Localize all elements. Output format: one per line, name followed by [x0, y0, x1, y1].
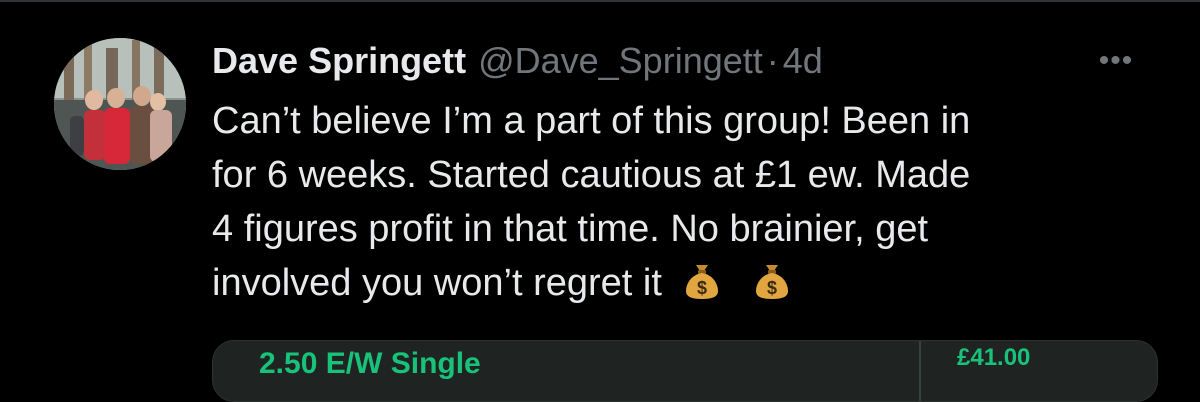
avatar-photo — [54, 38, 186, 170]
bet-amount: £41.00 — [957, 344, 1031, 371]
bet-card-divider — [919, 341, 921, 401]
money-bag-icon: $ — [682, 261, 722, 301]
author-display-name[interactable]: Dave Springett — [212, 40, 466, 82]
avatar[interactable] — [54, 38, 186, 170]
tweet-header: Dave Springett @Dave_Springett · 4d — [212, 34, 823, 88]
top-divider — [0, 0, 1200, 2]
tweet-line-last: involved you won’t regret it $ $ — [212, 256, 1172, 310]
bet-type-label: 2.50 E/W Single — [259, 347, 481, 380]
author-handle[interactable]: @Dave_Springett — [478, 40, 763, 82]
more-options-button[interactable]: ••• — [1096, 44, 1136, 77]
separator-dot: · — [766, 40, 779, 81]
tweet-timestamp[interactable]: 4d — [783, 40, 823, 82]
bet-slip-image[interactable]: 2.50 E/W Single £41.00 — [212, 340, 1158, 402]
tweet-line: 4 figures profit in that time. No braini… — [212, 208, 929, 250]
tweet-line: for 6 weeks. Started cautious at £1 ew. … — [212, 154, 971, 196]
tweet-text: Can’t believe I’m a part of this group! … — [212, 94, 1172, 310]
svg-text:$: $ — [697, 278, 707, 298]
more-icon: ••• — [1098, 44, 1134, 77]
tweet-line: Can’t believe I’m a part of this group! … — [212, 100, 971, 142]
money-bag-icon: $ — [752, 261, 792, 301]
svg-text:$: $ — [767, 278, 777, 298]
tweet-line: involved you won’t regret it — [212, 262, 662, 304]
